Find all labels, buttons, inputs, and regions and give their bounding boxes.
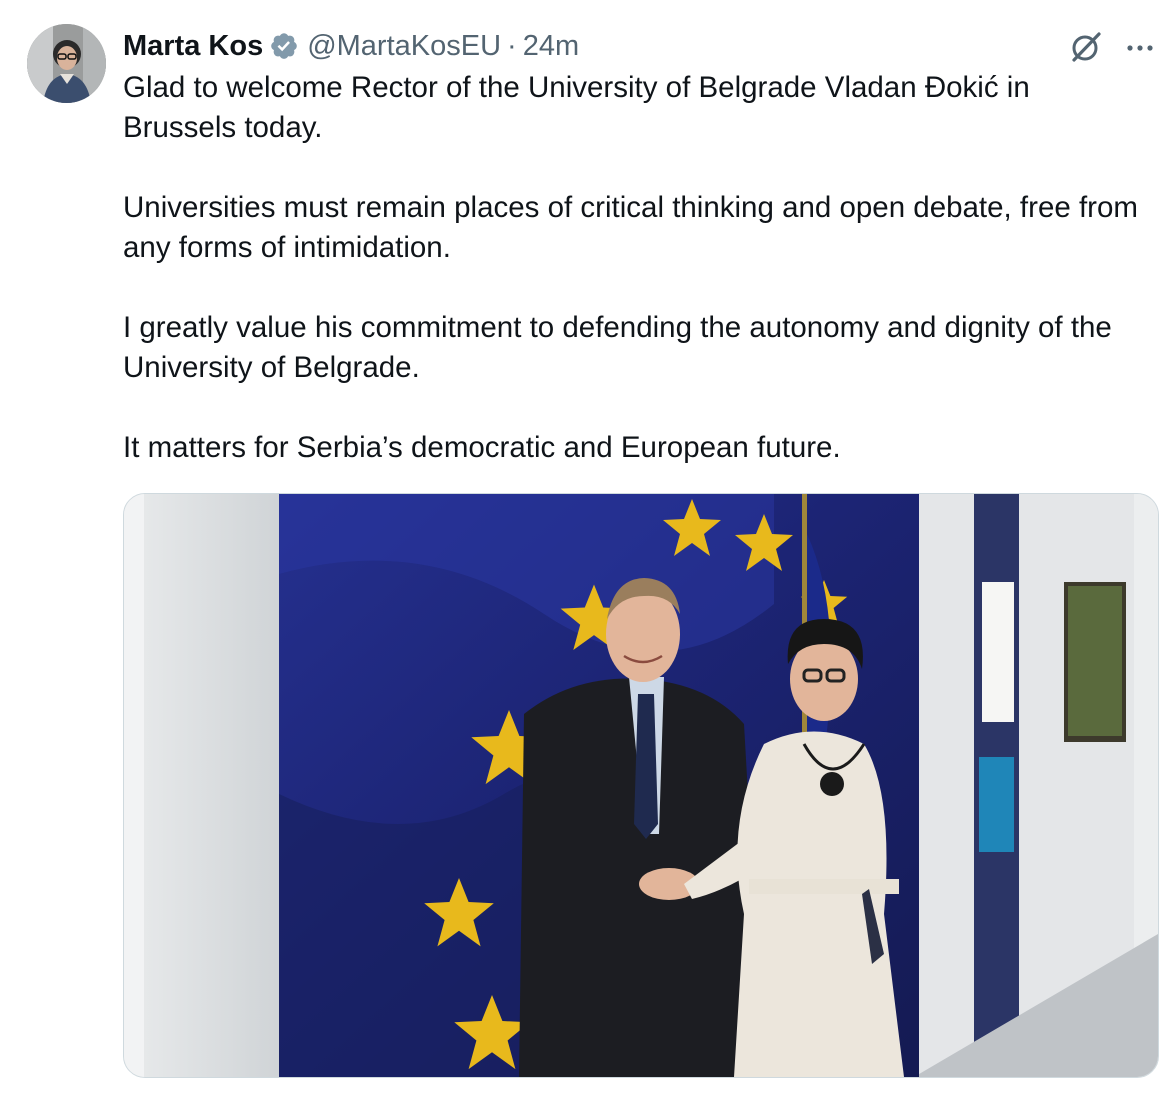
tweet-photo[interactable] — [123, 493, 1159, 1078]
photo-handshake-eu-flag — [124, 494, 1158, 1077]
tweet-paragraph: I greatly value his commitment to defend… — [123, 311, 1112, 384]
tweet-header: Marta Kos @MartaKosEU · 24m — [123, 26, 579, 66]
tweet-paragraph: Glad to welcome Rector of the University… — [123, 71, 1030, 144]
separator-dot: · — [507, 30, 517, 62]
tweet-text: Glad to welcome Rector of the University… — [123, 68, 1143, 468]
avatar-photo — [27, 24, 106, 103]
avatar[interactable] — [27, 24, 106, 103]
tweet-card[interactable]: Marta Kos @MartaKosEU · 24m Glad to welc… — [0, 0, 1176, 1100]
tweet-paragraph: It matters for Serbia’s democratic and E… — [123, 431, 841, 464]
grok-icon[interactable] — [1068, 29, 1104, 65]
handle[interactable]: @MartaKosEU — [307, 26, 501, 66]
tweet-paragraph: Universities must remain places of criti… — [123, 191, 1138, 264]
timestamp[interactable]: 24m — [523, 26, 579, 66]
display-name[interactable]: Marta Kos — [123, 26, 263, 66]
verified-badge-icon[interactable] — [269, 31, 299, 61]
more-options-icon[interactable] — [1124, 31, 1156, 63]
